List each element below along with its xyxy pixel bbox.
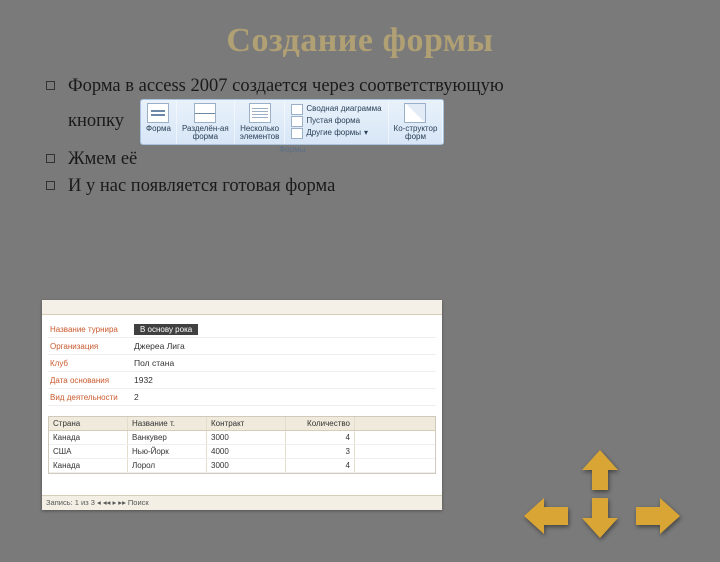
- grid-header: Страна Название т. Контракт Количество: [49, 417, 435, 431]
- blank-form-icon: [291, 116, 303, 127]
- form-field-row: Вид деятельности 2: [48, 389, 436, 406]
- form-body: Название турнира В основу рока Организац…: [42, 315, 442, 408]
- form-titlebar: [42, 300, 442, 315]
- form-field-row: Дата основания 1932: [48, 372, 436, 389]
- bullet-1-line2: кнопку: [68, 109, 124, 134]
- field-label: Организация: [48, 342, 130, 351]
- field-value[interactable]: Джереа Лига: [130, 341, 436, 351]
- ribbon-btn-form-design[interactable]: Ко-структор форм: [389, 100, 444, 144]
- subform-grid: Страна Название т. Контракт Количество К…: [48, 416, 436, 474]
- arrow-down-button[interactable]: [582, 498, 618, 538]
- ribbon-label-form: Форма: [146, 125, 171, 133]
- grid-cell: Нью-Йорк: [128, 445, 207, 458]
- grid-col-header[interactable]: Контракт: [207, 417, 286, 430]
- ribbon-menu-label-3: Другие формы: [306, 128, 361, 139]
- grid-cell: Ванкувер: [128, 431, 207, 444]
- slide-title: Создание формы: [0, 22, 720, 60]
- grid-cell: 4000: [207, 445, 286, 458]
- arrow-left-icon: [524, 498, 568, 534]
- grid-cell: Канада: [49, 431, 128, 444]
- bullet-2: Жмем её: [46, 147, 692, 172]
- arrow-up-button[interactable]: [582, 450, 618, 490]
- grid-cell: 3000: [207, 459, 286, 472]
- ribbon-label-wiz2: форм: [405, 133, 426, 141]
- arrow-left-button[interactable]: [524, 498, 568, 534]
- ribbon-btn-form[interactable]: Форма: [141, 100, 177, 144]
- more-forms-icon: [291, 128, 303, 139]
- bullet-2-text: Жмем её: [68, 149, 137, 169]
- field-value[interactable]: 2: [130, 392, 436, 402]
- grid-row[interactable]: Канада Ванкувер 3000 4: [49, 431, 435, 445]
- field-value[interactable]: В основу рока: [134, 324, 198, 335]
- grid-cell: Канада: [49, 459, 128, 472]
- field-label: Дата основания: [48, 376, 130, 385]
- bullet-3-text: И у нас появляется готовая форма: [68, 176, 335, 196]
- pivotchart-icon: [291, 104, 303, 115]
- grid-cell: 4: [286, 431, 355, 444]
- ribbon-menu: Сводная диаграмма Пустая форма Другие фо…: [285, 100, 388, 144]
- form-field-row: Клуб Пол стана: [48, 355, 436, 372]
- grid-cell: Лорол: [128, 459, 207, 472]
- ribbon-btn-multiple-items[interactable]: Несколько элементов: [235, 100, 286, 144]
- ribbon-label-multi2: элементов: [240, 133, 280, 141]
- field-label: Название турнира: [48, 325, 130, 334]
- arrow-right-button[interactable]: [636, 498, 680, 534]
- grid-row[interactable]: США Нью-Йорк 4000 3: [49, 445, 435, 459]
- grid-col-header[interactable]: Страна: [49, 417, 128, 430]
- grid-cell: 4: [286, 459, 355, 472]
- field-label: Вид деятельности: [48, 393, 130, 402]
- grid-cell: 3: [286, 445, 355, 458]
- field-value[interactable]: 1932: [130, 375, 436, 385]
- field-value[interactable]: Пол стана: [130, 358, 436, 368]
- split-form-icon: [194, 103, 216, 123]
- ribbon-menu-more-forms[interactable]: Другие формы ▾: [291, 128, 381, 139]
- ribbon-menu-label-2: Пустая форма: [306, 116, 360, 127]
- ribbon-btn-split-form[interactable]: Разделён-ая форма: [177, 100, 235, 144]
- nav-arrow-cluster: [524, 450, 674, 542]
- multiple-items-icon: [249, 103, 271, 123]
- arrow-up-icon: [582, 450, 618, 490]
- ribbon-label-split2: форма: [193, 133, 218, 141]
- ribbon-menu-blank-form[interactable]: Пустая форма: [291, 116, 381, 127]
- form-field-row: Организация Джереа Лига: [48, 338, 436, 355]
- bullet-1: Форма в access 2007 создается через соот…: [46, 74, 692, 145]
- form-design-icon: [404, 103, 426, 123]
- grid-col-header[interactable]: Название т.: [128, 417, 207, 430]
- bullet-list: Форма в access 2007 создается через соот…: [46, 74, 692, 199]
- grid-cell: США: [49, 445, 128, 458]
- ribbon-menu-label-1: Сводная диаграмма: [306, 104, 381, 115]
- access-ribbon-forms: Форма Разделён-ая форма Несколько элемен…: [140, 99, 444, 145]
- form-icon: [147, 103, 169, 123]
- grid-cell: 3000: [207, 431, 286, 444]
- access-form-preview: Название турнира В основу рока Организац…: [42, 300, 442, 510]
- ribbon-menu-pivotchart[interactable]: Сводная диаграмма: [291, 104, 381, 115]
- bullet-1-line1: Форма в access 2007 создается через соот…: [68, 74, 692, 99]
- grid-col-header[interactable]: Количество: [286, 417, 355, 430]
- bullet-3: И у нас появляется готовая форма: [46, 174, 692, 199]
- grid-row[interactable]: Канада Лорол 3000 4: [49, 459, 435, 473]
- arrow-down-icon: [582, 498, 618, 538]
- field-label: Клуб: [48, 359, 130, 368]
- form-field-row: Название турнира В основу рока: [48, 321, 436, 338]
- record-navigator[interactable]: Запись: 1 из 3 ◂ ◂◂ ▸ ▸▸ Поиск: [42, 495, 442, 510]
- arrow-right-icon: [636, 498, 680, 534]
